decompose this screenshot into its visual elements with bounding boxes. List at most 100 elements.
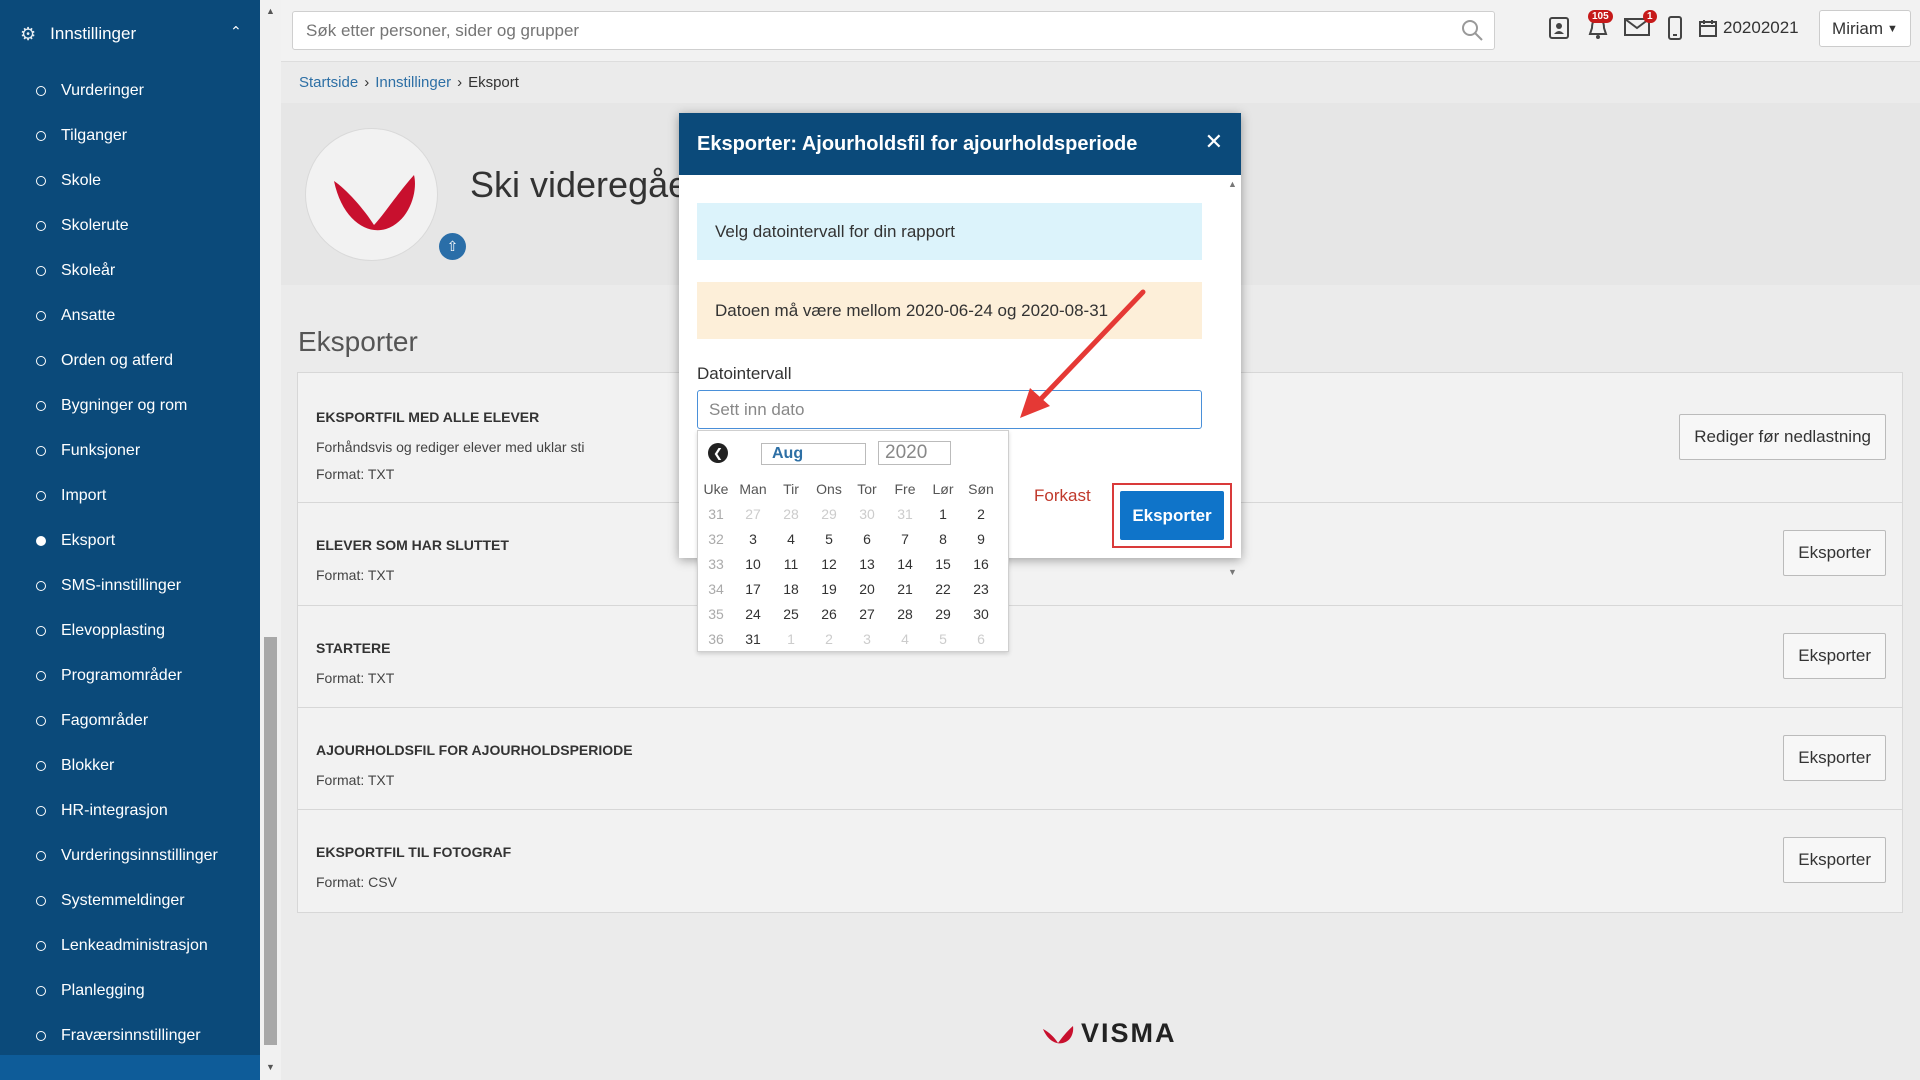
sidebar-item[interactable]: Vurderingsinnstillinger [0,833,260,878]
calendar-day[interactable]: 21 [886,577,924,602]
sidebar-item[interactable]: Orden og atferd [0,338,260,383]
calendar-day[interactable]: 1 [924,502,962,527]
contact-card-icon[interactable] [1548,16,1570,46]
sidebar-item[interactable]: Tilganger [0,113,260,158]
sidebar-item[interactable]: Bygninger og rom [0,383,260,428]
calendar-day[interactable]: 5 [810,527,848,552]
sidebar-item[interactable]: Fraværsinnstillinger [0,1013,260,1058]
calendar-day[interactable]: 28 [886,602,924,627]
calendar-day[interactable]: 19 [810,577,848,602]
sidebar-item[interactable]: Blokker [0,743,260,788]
calendar-day[interactable]: 3 [734,527,772,552]
calendar-day[interactable]: 27 [848,602,886,627]
calendar-day[interactable]: 10 [734,552,772,577]
calendar-day[interactable]: 6 [848,527,886,552]
user-name: Miriam [1832,18,1884,38]
scroll-up-icon[interactable]: ▲ [1228,179,1237,189]
sidebar-item[interactable]: Skoleår [0,248,260,293]
circle-icon [36,580,46,591]
calendar-day[interactable]: 14 [886,552,924,577]
calendar-day: 28 [783,506,799,522]
sidebar-header[interactable]: ⚙ Innstillinger ⌄ [0,0,260,68]
calendar-day[interactable]: 23 [962,577,1000,602]
calendar-day[interactable]: 4 [772,527,810,552]
sidebar-item[interactable]: Import [0,473,260,518]
sidebar-item[interactable]: Skolerute [0,203,260,248]
sidebar-item[interactable]: Systemmeldinger [0,878,260,923]
sidebar-item-label: Lenkeadministrasjon [61,936,208,954]
calendar-day[interactable]: 11 [772,552,810,577]
scroll-up-icon[interactable]: ▲ [266,6,275,16]
modal-title: Eksporter: Ajourholdsfil for ajourholdsp… [697,132,1138,155]
sidebar-item[interactable]: Vurderinger [0,68,260,113]
sidebar-item[interactable]: Eksport [0,518,260,563]
circle-icon [36,625,46,636]
calendar-day[interactable]: 15 [924,552,962,577]
prev-month-icon[interactable]: ❮ [708,443,728,463]
calendar-day[interactable]: 16 [962,552,1000,577]
sidebar-item[interactable]: HR-integrasjon [0,788,260,833]
weekday-header: Tir [783,481,799,497]
cancel-button[interactable]: Forkast [1034,486,1091,506]
search-icon[interactable] [1460,18,1484,42]
calendar-day[interactable]: 9 [962,527,1000,552]
sidebar-item-label: Planlegging [61,981,145,999]
sidebar-item[interactable]: Lenkeadministrasjon [0,923,260,968]
weekday-header: Søn [968,481,994,497]
calendar-day[interactable]: 25 [772,602,810,627]
calendar-day: 5 [939,631,947,647]
calendar-day[interactable]: 20 [848,577,886,602]
calendar-day[interactable]: 17 [734,577,772,602]
date-range-input[interactable] [697,390,1202,429]
calendar-day[interactable]: 8 [924,527,962,552]
year-input[interactable]: 2020 [878,441,951,465]
weekday-header: Lør [932,481,954,497]
weekday-header: Uke [703,481,729,497]
calendar-day[interactable]: 12 [810,552,848,577]
search-input[interactable] [293,12,1433,49]
circle-icon [36,670,46,681]
sidebar-item[interactable]: Elevopplasting [0,608,260,653]
sidebar-item[interactable]: Programområder [0,653,260,698]
footer-logo: VISMA [1041,1018,1177,1049]
calendar-day[interactable]: 29 [924,602,962,627]
month-select[interactable]: Aug [761,443,866,465]
calendar-day[interactable]: 2 [962,502,1000,527]
calendar-day: 31 [897,506,913,522]
scroll-down-icon[interactable]: ▼ [1228,567,1237,577]
mobile-icon[interactable] [1668,16,1682,46]
calendar-day[interactable]: 26 [810,602,848,627]
calendar-day[interactable]: 30 [962,602,1000,627]
sidebar-scrollbar[interactable]: ▲ ▼ [260,0,281,1080]
circle-icon [36,220,46,231]
export-submit-button[interactable]: Eksporter [1120,491,1224,540]
week-number: 35 [708,606,724,622]
messages-badge: 1 [1643,10,1657,23]
sidebar-title: Innstillinger [50,24,137,43]
close-icon[interactable]: ✕ [1205,129,1223,155]
sidebar-item[interactable]: SMS-innstillinger [0,563,260,608]
sidebar-item-label: Funksjoner [61,441,141,459]
sidebar-item[interactable]: Ansatte [0,293,260,338]
circle-icon [36,265,46,276]
scrollbar-thumb[interactable] [264,637,277,1045]
calendar-icon [1699,20,1717,37]
sidebar-item[interactable]: Funksjoner [0,428,260,473]
calendar-day[interactable]: 22 [924,577,962,602]
scroll-down-icon[interactable]: ▼ [266,1062,275,1072]
chevron-up-icon[interactable]: ⌄ [230,22,242,39]
calendar-day[interactable]: 24 [734,602,772,627]
sidebar-item-label: Fraværsinnstillinger [61,1026,201,1044]
school-year-selector[interactable]: 20202021 [1699,18,1799,38]
circle-icon [36,805,46,816]
user-menu-button[interactable]: Miriam ▼ [1819,10,1911,47]
highlight-box: Eksporter [1112,483,1232,548]
calendar-day[interactable]: 31 [734,627,772,652]
calendar-day[interactable]: 7 [886,527,924,552]
sidebar-item[interactable]: Planlegging [0,968,260,1013]
calendar-day: 4 [901,631,909,647]
sidebar-item[interactable]: Fagområder [0,698,260,743]
calendar-day[interactable]: 18 [772,577,810,602]
calendar-day[interactable]: 13 [848,552,886,577]
sidebar-item[interactable]: Skole [0,158,260,203]
